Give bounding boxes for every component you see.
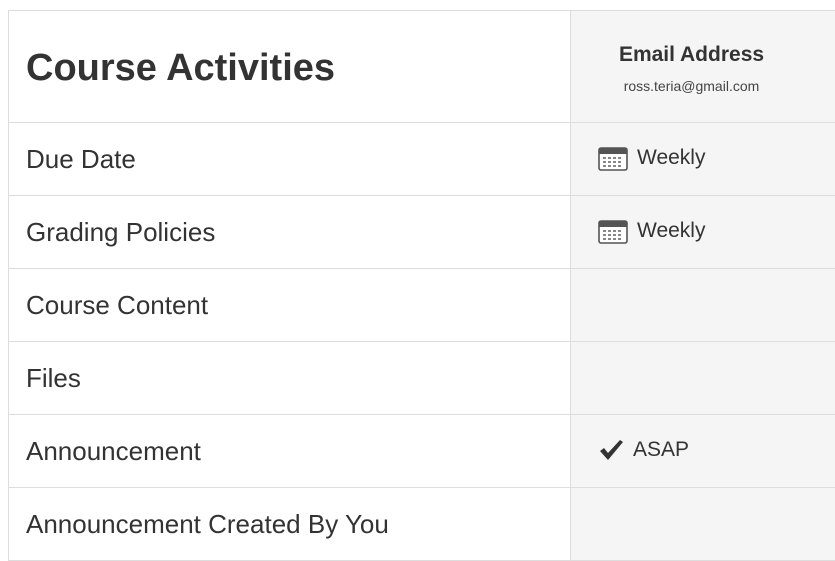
row-label: Course Content [9, 269, 571, 342]
frequency-cell[interactable]: ASAP [571, 415, 835, 488]
frequency-cell[interactable] [571, 488, 835, 561]
table-heading: Course Activities [9, 11, 571, 123]
check-icon [598, 438, 624, 462]
table-row-due-date: Due Date Weekly [9, 123, 835, 196]
frequency-value: Weekly [637, 146, 705, 170]
table-header-row: Course Activities Email Address ross.ter… [9, 11, 835, 123]
row-label: Grading Policies [9, 196, 571, 269]
row-label: Announcement Created By You [9, 488, 571, 561]
table-row-announcement: Announcement ASAP [9, 415, 835, 488]
frequency-value: ASAP [633, 438, 689, 462]
calendar-icon [598, 145, 628, 171]
table-row-course-content: Course Content [9, 269, 835, 342]
calendar-icon [598, 218, 628, 244]
table-row-announcement-created-by-you: Announcement Created By You [9, 488, 835, 561]
row-label: Due Date [9, 123, 571, 196]
frequency-cell[interactable]: Weekly [571, 123, 835, 196]
frequency-cell[interactable]: Weekly [571, 196, 835, 269]
frequency-cell[interactable] [571, 342, 835, 415]
row-label: Announcement [9, 415, 571, 488]
column-header-email: ross.teria@gmail.com [571, 78, 812, 94]
notification-settings-panel: Course Activities Email Address ross.ter… [8, 10, 835, 556]
table-row-grading-policies: Grading Policies Weekly [9, 196, 835, 269]
column-header-title: Email Address [571, 43, 812, 67]
frequency-value: Weekly [637, 219, 705, 243]
table-row-files: Files [9, 342, 835, 415]
column-header: Email Address ross.teria@gmail.com [571, 11, 835, 123]
notification-settings-table: Course Activities Email Address ross.ter… [8, 10, 835, 561]
frequency-cell[interactable] [571, 269, 835, 342]
row-label: Files [9, 342, 571, 415]
